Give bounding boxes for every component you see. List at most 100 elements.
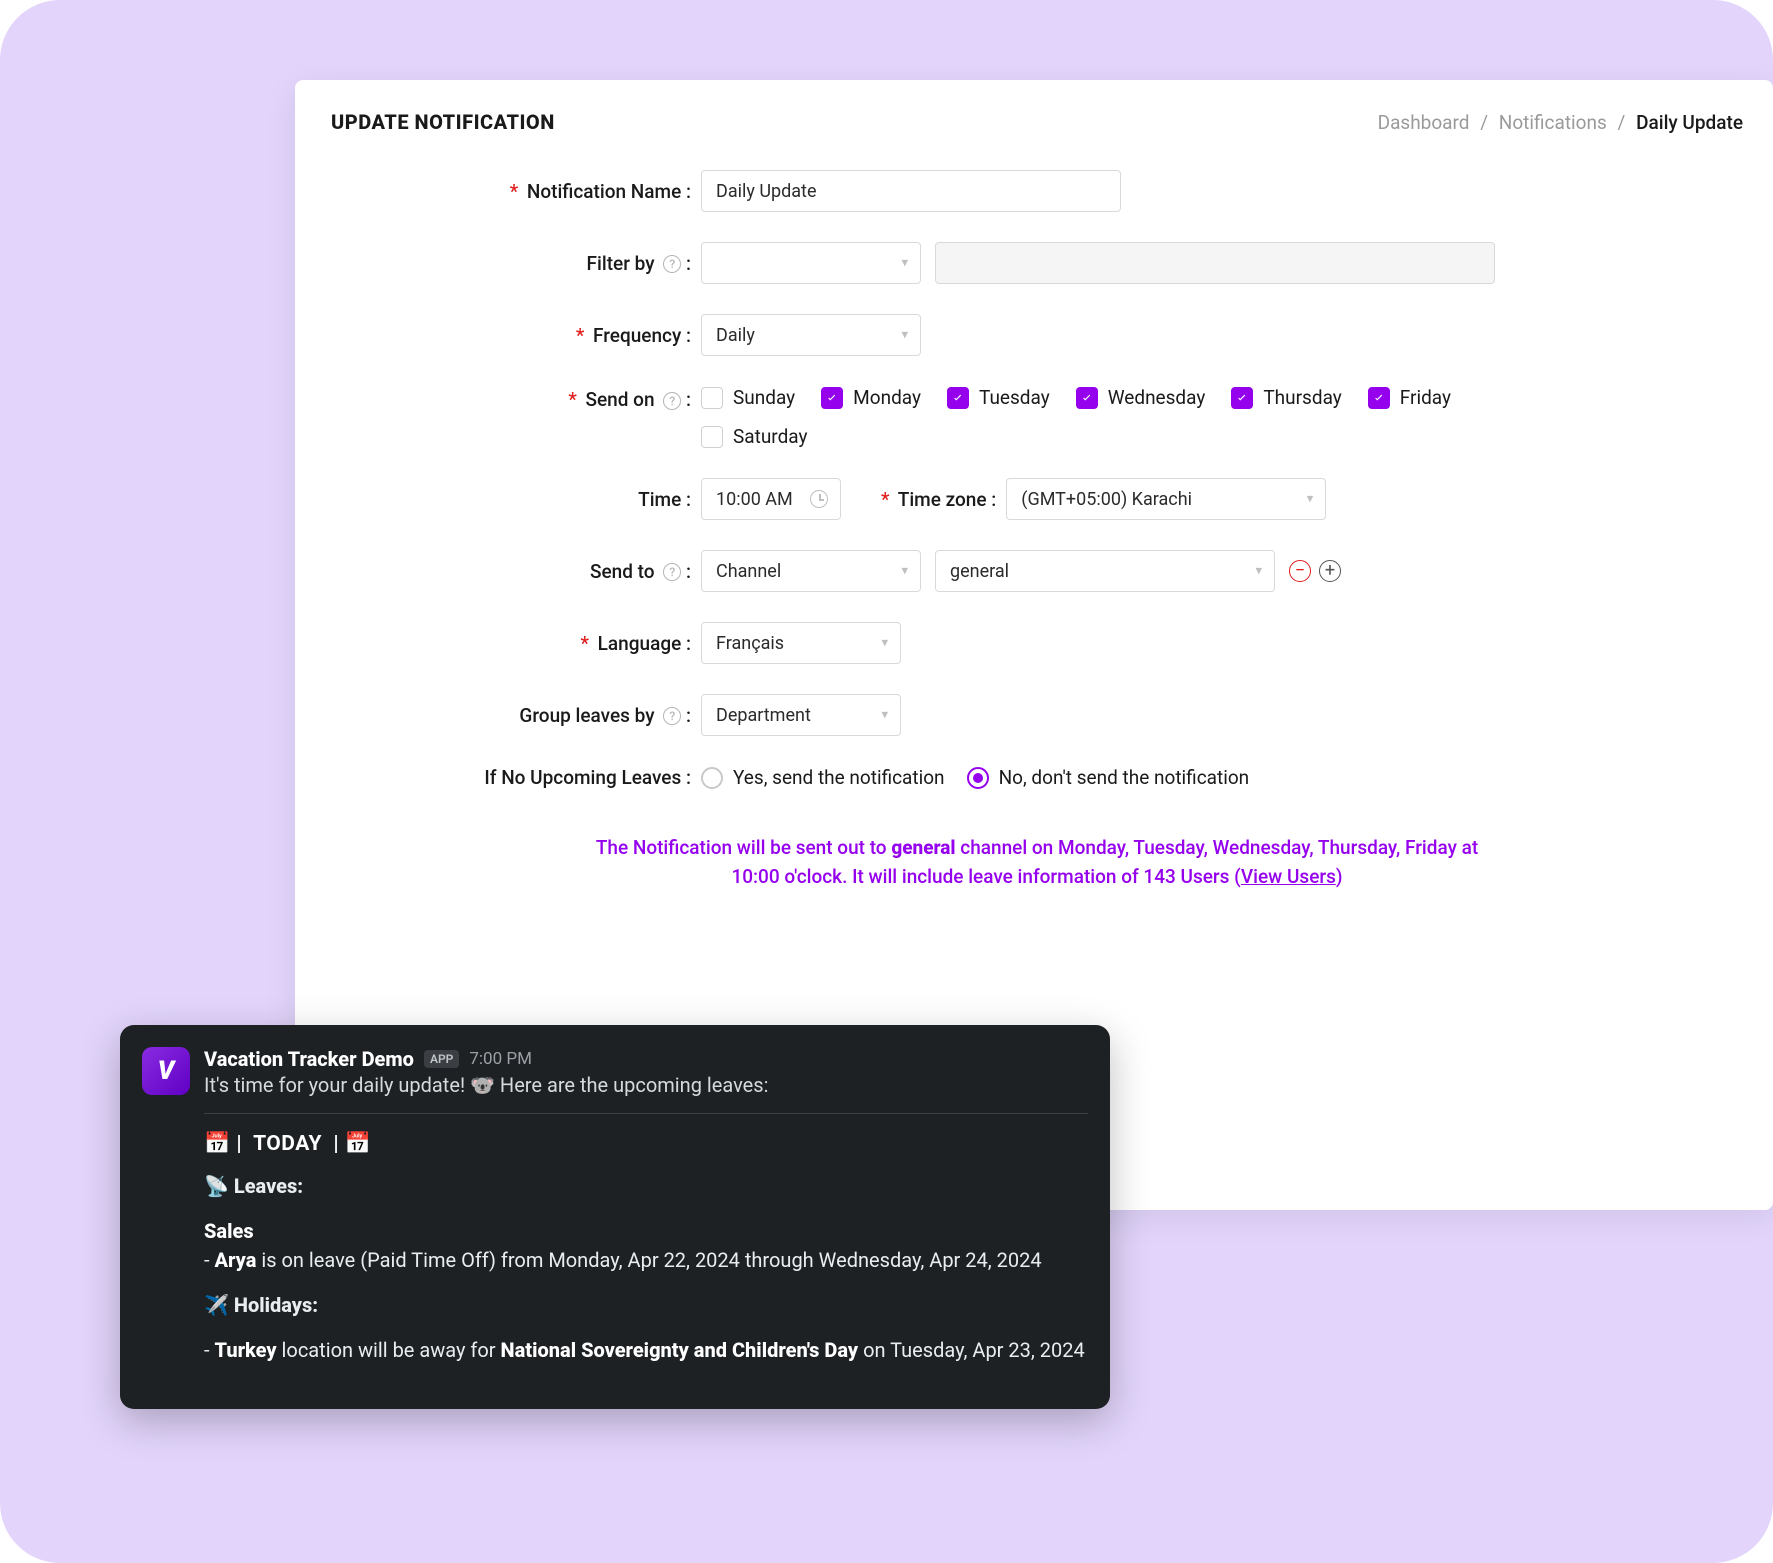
slack-app-name: Vacation Tracker Demo [204,1047,414,1071]
slack-holidays-header: ✈️ Holidays: [204,1291,1088,1320]
satellite-icon: 📡 [204,1174,229,1198]
row-send-on: * Send on ? : Sunday Monday Tuesday Wednesd… [331,386,1743,448]
radio-yes-send[interactable]: Yes, send the notification [701,766,945,789]
day-checkbox-group: Sunday Monday Tuesday Wednesday Thursday Frid… [701,386,1521,448]
day-checkbox-tuesday[interactable]: Tuesday [947,386,1050,409]
slack-holiday-entry: - Turkey location will be away for Natio… [204,1336,1088,1365]
row-notification-name: * Notification Name : Daily Update [331,170,1743,212]
radio-dot [967,767,989,789]
checkbox-box [1231,387,1253,409]
check-icon [951,391,965,405]
slack-holiday-name: National Sovereignty and Children's Day [501,1338,859,1362]
help-icon[interactable]: ? [663,392,681,410]
day-checkbox-friday[interactable]: Friday [1368,386,1451,409]
breadcrumb-current: Daily Update [1636,111,1743,134]
day-label: Wednesday [1108,386,1206,409]
slack-intro: It's time for your daily update! 🐨 Here … [204,1073,1088,1097]
panel-header: UPDATE NOTIFICATION Dashboard / Notifica… [331,110,1743,134]
chevron-down-icon: ▾ [901,328,908,343]
day-checkbox-saturday[interactable]: Saturday [701,425,807,448]
clock-icon [810,490,828,508]
send-to-target-select[interactable]: general ▾ [935,550,1275,592]
slack-leaves-header: 📡 Leaves: [204,1172,1088,1201]
page-title: UPDATE NOTIFICATION [331,110,555,134]
check-icon [825,391,839,405]
airplane-icon: ✈️ [204,1293,229,1317]
breadcrumb-dashboard[interactable]: Dashboard [1378,111,1470,134]
frequency-select[interactable]: Daily ▾ [701,314,921,356]
remove-destination-button[interactable]: − [1289,560,1311,582]
required-marker: * [568,388,576,411]
slack-today-header: 📅 | TODAY | 📅 [204,1132,1088,1156]
breadcrumb: Dashboard / Notifications / Daily Update [1378,111,1743,134]
slack-leave-entry: Sales - Arya is on leave (Paid Time Off)… [204,1217,1088,1275]
chevron-down-icon: ▾ [881,708,888,723]
label-filter-by: Filter by ? : [331,252,701,275]
day-checkbox-wednesday[interactable]: Wednesday [1076,386,1206,409]
row-group-by: Group leaves by ? : Department ▾ [331,694,1743,736]
view-users-link[interactable]: View Users [1241,865,1336,888]
required-marker: * [576,324,584,347]
day-label: Thursday [1263,386,1341,409]
slack-group-name: Sales [204,1219,254,1243]
app-badge: APP [424,1050,459,1068]
calendar-icon: 📅 [204,1132,231,1156]
checkbox-box [821,387,843,409]
chevron-down-icon: ▾ [1307,492,1314,507]
app-logo-icon: V [142,1047,190,1095]
label-send-to: Send to ? : [331,560,701,583]
checkbox-box [701,426,723,448]
slack-holiday-location: Turkey [215,1338,277,1362]
row-if-no-leaves: If No Upcoming Leaves : Yes, send the no… [331,766,1743,789]
help-icon[interactable]: ? [663,707,681,725]
send-to-type-select[interactable]: Channel ▾ [701,550,921,592]
time-input[interactable]: 10:00 AM [701,478,841,520]
checkbox-box [701,387,723,409]
radio-no-send[interactable]: No, don't send the notification [967,766,1250,789]
row-time: Time : 10:00 AM * Time zone : (GMT+05:00… [331,478,1743,520]
help-icon[interactable]: ? [663,563,681,581]
row-frequency: * Frequency : Daily ▾ [331,314,1743,356]
help-icon[interactable]: ? [663,255,681,273]
check-icon [1372,391,1386,405]
label-language: * Language : [331,632,701,655]
required-marker: * [580,632,588,655]
checkbox-box [1076,387,1098,409]
slack-person-name: Arya [215,1248,257,1272]
day-checkbox-thursday[interactable]: Thursday [1231,386,1341,409]
check-icon [1235,391,1249,405]
breadcrumb-sep: / [1480,111,1488,134]
checkbox-box [1368,387,1390,409]
filter-by-select[interactable]: ▾ [701,242,921,284]
slack-preview: V Vacation Tracker Demo APP 7:00 PM It's… [120,1025,1110,1409]
slack-header: V Vacation Tracker Demo APP 7:00 PM It's… [142,1047,1088,1381]
row-send-to: Send to ? : Channel ▾ general ▾ − + [331,550,1743,592]
notification-summary: The Notification will be sent out to gen… [331,833,1743,892]
checkbox-box [947,387,969,409]
calendar-icon: 📅 [345,1132,372,1156]
required-marker: * [881,488,889,511]
label-timezone: * Time zone : [881,488,1006,511]
day-label: Tuesday [979,386,1050,409]
label-frequency: * Frequency : [331,324,701,347]
add-destination-button[interactable]: + [1319,560,1341,582]
day-label: Sunday [733,386,795,409]
stage: UPDATE NOTIFICATION Dashboard / Notifica… [0,0,1773,1563]
language-select[interactable]: Français ▾ [701,622,901,664]
group-by-select[interactable]: Department ▾ [701,694,901,736]
slack-title-row: Vacation Tracker Demo APP 7:00 PM [204,1047,1088,1071]
label-send-on: * Send on ? : [331,386,701,411]
row-filter-by: Filter by ? : ▾ [331,242,1743,284]
day-checkbox-sunday[interactable]: Sunday [701,386,795,409]
day-label: Monday [853,386,921,409]
chevron-down-icon: ▾ [881,636,888,651]
filter-by-value-input [935,242,1495,284]
breadcrumb-notifications[interactable]: Notifications [1499,111,1607,134]
day-label: Saturday [733,425,807,448]
day-checkbox-monday[interactable]: Monday [821,386,921,409]
notification-name-input[interactable]: Daily Update [701,170,1121,212]
row-language: * Language : Français ▾ [331,622,1743,664]
slack-timestamp: 7:00 PM [469,1049,532,1069]
breadcrumb-sep: / [1618,111,1626,134]
timezone-select[interactable]: (GMT+05:00) Karachi ▾ [1006,478,1326,520]
